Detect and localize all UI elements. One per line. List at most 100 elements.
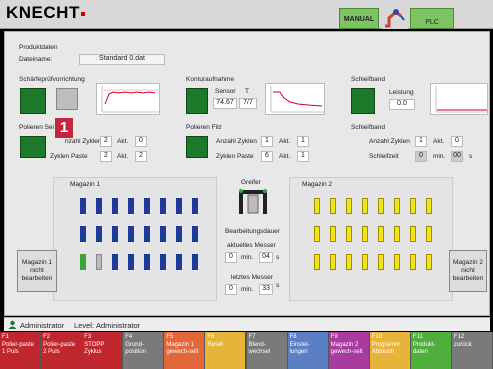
magazine-slot [176, 254, 182, 270]
sharpening-chart [96, 83, 160, 115]
belt2-s-label: s [469, 153, 473, 160]
polish-side-akt-label: Akt. [117, 138, 129, 145]
mode-plc-button[interactable]: PLC [410, 8, 454, 29]
fkey-f2[interactable]: F2 Polier-paste 2 Puls [41, 332, 82, 369]
fkey-number: F9 [330, 334, 338, 340]
belt2-akt-value: 0 [451, 136, 463, 147]
magazine-slot [410, 254, 416, 270]
magazine-slot [394, 254, 400, 270]
fkey-f3[interactable]: F3 STOPP Zyklus [82, 332, 123, 369]
processing-panel: Bearbeitungsdauer aktuelles Messer 0 min… [221, 228, 285, 306]
processing-last-min: 0 [225, 284, 237, 295]
magazine-slot [96, 198, 102, 214]
processing-last-s-label: s [276, 282, 280, 289]
contour-t-value: 7/7 [239, 98, 257, 109]
fkey-number: F6 [207, 334, 215, 340]
magazine-slot [378, 226, 384, 242]
fkey-f6[interactable]: F6 Reset [205, 332, 246, 369]
fkey-number: F4 [125, 334, 133, 340]
polish-felt-title: Polieren Filz [186, 124, 222, 131]
status-level-label: Level: [74, 321, 95, 330]
fkey-number: F10 [371, 334, 383, 340]
magazine-slot [362, 254, 368, 270]
contour-status-indicator [186, 88, 208, 114]
mode-manual-button[interactable]: MANUAL [339, 8, 379, 29]
magazine2-skip-button[interactable]: Magazin 2 nicht bearbeiten [449, 250, 487, 292]
fkey-number: F11 [412, 334, 423, 340]
magazine-slot [128, 226, 134, 242]
magazine-slot [192, 254, 198, 270]
magazine-slot [346, 198, 352, 214]
polish-side-status-indicator [20, 136, 46, 158]
polish-side-paste-value: 2 [100, 151, 112, 162]
main-panel: Produktdaten Dateiname: Standard 0.dat S… [4, 31, 490, 316]
fkey-label: Polier-paste 1 Puls [2, 342, 35, 355]
magazine1-slots [80, 198, 210, 288]
power-value: 0.0 [389, 99, 415, 110]
filename-field: Standard 0.dat [79, 54, 165, 65]
magazine-slot [346, 226, 352, 242]
fkey-f5[interactable]: F5 Magazin 1 gewech-selt [164, 332, 205, 369]
fkey-f12[interactable]: F12 zurück [451, 332, 492, 369]
magazine-slot [330, 198, 336, 214]
fkey-label: Produkt-daten [412, 342, 436, 355]
magazine-slot [346, 254, 352, 270]
polish-felt-paste-label: Zyklen Paste [216, 153, 254, 160]
polish-felt-akt-value: 1 [297, 136, 309, 147]
magazine-slot [128, 198, 134, 214]
processing-last-label: letztes Messer [231, 274, 273, 281]
function-key-bar: F1 Polier-paste 1 Puls F2 Polier-paste 2 Pu… [0, 332, 493, 369]
sharpening-check-title: Schärfeprüfvorrichtung [19, 76, 85, 83]
magazine-slot [112, 198, 118, 214]
title-bar: KNECHT MANUAL PLC [0, 0, 493, 29]
contour-t-label: T [245, 88, 249, 95]
filename-label: Dateiname: [19, 56, 53, 63]
magazine-slot [362, 226, 368, 242]
status-user: Administrator [20, 321, 65, 330]
polish-side-paste-label: Zyklen Paste [50, 153, 88, 160]
fkey-f10[interactable]: F10 Programm Abbruch [369, 332, 410, 369]
magazine-slot [314, 226, 320, 242]
user-icon [8, 320, 17, 329]
fkey-f7[interactable]: F7 Blend-wechsel [246, 332, 287, 369]
fkey-f4[interactable]: F4 Grund-position [123, 332, 164, 369]
contour-sensor-label: Sensor [215, 88, 236, 95]
magazine-slot [330, 226, 336, 242]
fkey-number: F5 [166, 334, 174, 340]
belt2-cycles-value: 1 [415, 136, 427, 147]
magazine-slot [314, 254, 320, 270]
fkey-label: Grund-position [125, 342, 146, 355]
grinding-belt-title: Schleifband [351, 76, 385, 83]
fkey-number: F7 [248, 334, 256, 340]
magazine1-skip-button[interactable]: Magazin 1 nicht bearbeiten [17, 250, 57, 292]
gripper-graphic [237, 188, 269, 220]
fkey-number: F8 [289, 334, 297, 340]
magazine-slot [426, 198, 432, 214]
magazine-slot [160, 198, 166, 214]
sharpening-device-button[interactable] [56, 88, 78, 110]
magazine-slot [378, 198, 384, 214]
polish-side-title: Polieren Sei [19, 124, 55, 131]
magazine-slot [192, 198, 198, 214]
fkey-f9[interactable]: F9 Magazin 2 gewech-selt [328, 332, 369, 369]
magazine-slot [80, 198, 86, 214]
magazine2-slots [314, 198, 444, 288]
belt2-cycles-label: Anzahl Zyklen [369, 138, 410, 145]
magazine-slot [410, 226, 416, 242]
magazine-slot [410, 198, 416, 214]
callout-badge: 1 [55, 118, 73, 138]
magazine-slot [112, 226, 118, 242]
processing-current-s-label: s [276, 254, 280, 261]
belt2-time-sec: 00 [451, 151, 463, 162]
fkey-f11[interactable]: F11 Produkt-daten [410, 332, 451, 369]
fkey-f1[interactable]: F1 Polier-paste 1 Puls [0, 332, 41, 369]
logo: KNECHT [6, 3, 85, 23]
magazine-slot [80, 226, 86, 242]
fkey-f8[interactable]: F8 Einstel-lungen [287, 332, 328, 369]
fkey-label: Polier-paste 2 Puls [43, 342, 76, 355]
magazine-slot [426, 254, 432, 270]
magazine-slot [144, 226, 150, 242]
magazine2-panel: Magazin 2 [289, 177, 453, 301]
status-bar: Administrator Level: Administrator [4, 317, 490, 331]
belt2-akt-label: Akt. [433, 138, 445, 145]
